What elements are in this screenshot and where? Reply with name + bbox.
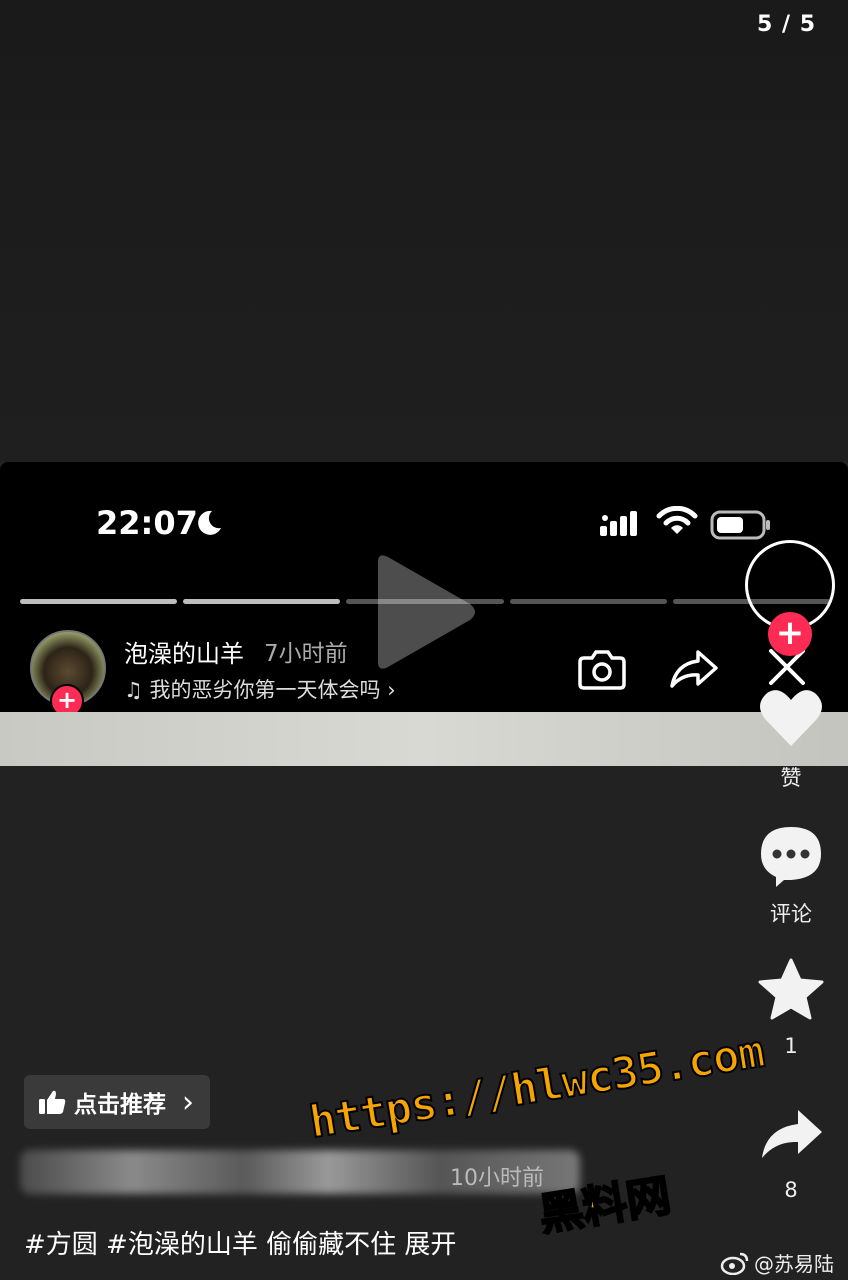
- video-frame-strip: [0, 712, 848, 766]
- music-track-label: 我的恶劣你第一天体会吗 ›: [149, 678, 396, 702]
- wifi-icon: [656, 506, 698, 534]
- play-icon[interactable]: [370, 552, 480, 672]
- like-label: 赞: [780, 766, 802, 790]
- weibo-credit: @苏易陆: [720, 1248, 834, 1277]
- video-caption[interactable]: #方圆 #泡澡的山羊 偷偷藏不住 展开: [24, 1224, 456, 1261]
- music-track[interactable]: ♫ 我的恶劣你第一天体会吗 ›: [124, 674, 396, 704]
- battery-icon: [710, 510, 770, 540]
- heart-icon[interactable]: [758, 688, 824, 748]
- progress-segment: [20, 599, 178, 604]
- embedded-screenshot: 22:07 + 泡澡的山羊 7小时前 ♫ 我的恶劣你第一天体会吗 ›: [0, 462, 848, 718]
- watermark-url: https://hlwc35.com: [305, 1025, 768, 1149]
- progress-segment: [509, 599, 667, 604]
- weibo-icon: [720, 1252, 749, 1275]
- comment-icon[interactable]: [758, 824, 824, 888]
- signal-icon: [600, 511, 637, 536]
- share-arrow-icon[interactable]: [668, 648, 720, 690]
- share-count: 8: [784, 1178, 798, 1202]
- recommend-button[interactable]: 点击推荐 ›: [24, 1075, 210, 1129]
- status-time: 22:07: [96, 504, 198, 542]
- comment-label: 评论: [770, 902, 812, 926]
- page-counter: 5 / 5: [757, 12, 816, 37]
- follow-button[interactable]: +: [768, 612, 812, 656]
- camera-icon[interactable]: [578, 648, 626, 690]
- blurred-post-time: 10小时前: [450, 1166, 544, 1191]
- author-name[interactable]: 泡澡的山羊: [124, 634, 244, 669]
- share-icon[interactable]: [760, 1108, 824, 1160]
- recommend-label: 点击推荐: [74, 1092, 166, 1118]
- post-time: 7小时前: [264, 641, 348, 667]
- photo-background-top: [0, 0, 848, 462]
- progress-segment: [183, 599, 341, 604]
- chevron-right-icon: ›: [182, 1084, 194, 1120]
- star-icon[interactable]: [758, 958, 824, 1020]
- moon-icon: [198, 510, 221, 535]
- weibo-username: @苏易陆: [754, 1252, 834, 1276]
- thumbs-up-icon: [39, 1090, 66, 1114]
- music-note-icon: ♫: [124, 678, 150, 702]
